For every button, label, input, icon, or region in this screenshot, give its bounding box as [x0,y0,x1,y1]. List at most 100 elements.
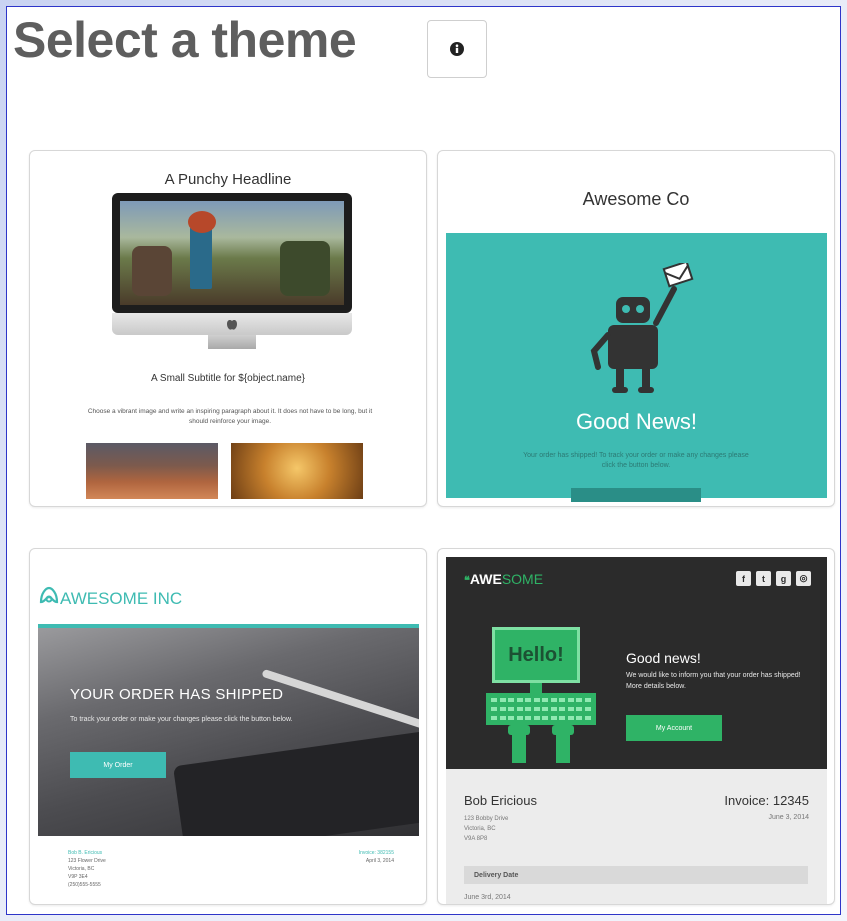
address-line: Victoria, BC [464,826,496,832]
invoice-number: Invoice: 12345 [724,793,809,808]
theme-paragraph: Choose a vibrant image and write an insp… [87,408,373,425]
keyboard-key [491,698,497,702]
theme-card-awesome-dark[interactable]: ❝AWESOME f t g ◎ Hello! Good news! We wo… [437,548,835,905]
instagram-icon: ◎ [796,571,811,586]
my-order-button: My Order [70,752,166,778]
movie-still-image [120,201,344,305]
twitter-icon: t [756,571,771,586]
theme-cta-bar [571,488,701,502]
shipped-headline: YOUR ORDER HAS SHIPPED [70,686,284,703]
imac-stand [208,335,256,349]
customer-address: 123 Bobby Drive Victoria, BC V9A 8P8 [464,814,508,844]
keyboard-key [525,698,531,702]
monitor-neck [530,683,542,693]
keyboard-key [576,698,582,702]
imac-illustration [112,193,352,313]
monitor-illustration: Hello! [492,627,580,683]
theme-body: Your order has shipped! To track your or… [523,452,749,469]
keyboard-key [559,716,565,720]
keyboard-key [491,716,497,720]
imac-chin [112,313,352,335]
keyboard-key [508,707,514,711]
keyboard-key [576,716,582,720]
hair-shape [188,211,216,233]
notebook-shape [173,730,419,836]
keyboard-key [584,716,591,720]
theme-body: To track your order or make your changes… [70,716,293,723]
keyboard-key [508,698,514,702]
theme-selector-panel: Select a theme A Punchy Headline A Small… [6,6,841,915]
notebook-pen-image: YOUR ORDER HAS SHIPPED To track your ord… [38,628,419,836]
footer-address: Bob B. Ericious 123 Flower Drive Victori… [68,849,106,889]
keyboard-key [550,698,557,702]
keyboard-key [576,707,582,711]
footer-line: April 3, 2014 [365,858,394,864]
keyboard-key [491,707,497,711]
theme-brand: ❝AWESOME [464,571,543,587]
awesome-inc-logo-icon [39,586,59,604]
my-account-button: My Account [626,715,722,741]
keyboard-key [584,698,591,702]
keyboard-key [516,716,523,720]
hands-icon [508,725,574,763]
footer-line: (250)555-5555 [68,882,101,888]
theme-brand: Awesome Co [582,189,690,209]
keyboard-key [567,698,574,702]
keyboard-key [559,698,565,702]
theme-card-awesome-inc[interactable]: AWESOME INC YOUR ORDER HAS SHIPPED To tr… [29,548,427,905]
info-button[interactable] [427,20,487,78]
keyboard-key [499,707,506,711]
footer-line: V9P 3E4 [68,874,88,880]
page-title: Select a theme [13,12,357,68]
keyboard-key [525,707,531,711]
keyboard-key [542,698,548,702]
address-line: 123 Bobby Drive [464,816,509,822]
keyboard-key [550,707,557,711]
keyboard-illustration [486,693,596,725]
footer-invoice: Invoice: 382155 April 3, 2014 [359,849,394,865]
good-news-headline: Good News! [575,409,698,434]
figure-shape [132,246,172,296]
footer-line: Victoria, BC [68,866,95,872]
dark-header: ❝AWESOME f t g ◎ Hello! Good news! We wo… [446,557,827,769]
keyboard-key [542,707,548,711]
brand-part-a: AWE [469,571,502,587]
keyboard-key [525,716,531,720]
keyboard-key [533,716,540,720]
desert-image [86,443,218,499]
keyboard-key [542,716,548,720]
keyboard-key [499,698,506,702]
keyboard-key [499,716,506,720]
footer-line: Invoice: 382155 [358,850,394,856]
theme-body: We would like to inform you that your or… [626,672,801,690]
monitor-text: Hello! [508,643,564,666]
info-circle-icon [450,42,464,56]
facebook-icon: f [736,571,751,586]
invoice-date: June 3, 2014 [768,814,809,821]
theme-headline: A Punchy Headline [164,171,292,188]
theme-card-awesome-co[interactable]: Awesome Co Good News! Your order has shi… [437,150,835,507]
keyboard-key [550,716,557,720]
address-line: V9A 8P8 [464,836,488,842]
keyboard-key [516,698,523,702]
footer-line: 123 Flower Drive [68,858,106,864]
keyboard-key [508,716,514,720]
teal-banner: Good News! Your order has shipped! To tr… [446,233,827,502]
theme-headline: Good news! [626,650,701,666]
keyboard-key [533,698,540,702]
pen-shape [261,668,419,736]
footer-line: Bob B. Ericious [68,850,103,856]
customer-name: Bob Ericious [464,793,537,808]
theme-card-punchy[interactable]: A Punchy Headline A Small Subtitle for $… [29,150,427,507]
keyboard-key [584,707,591,711]
keyboard-key [567,707,574,711]
keyboard-key [516,707,523,711]
keyboard-key [559,707,565,711]
robot-mail-icon [590,263,694,393]
delivery-date-header: Delivery Date [464,866,808,884]
apple-logo-icon [227,320,237,330]
brand-part-b: SOME [501,571,544,587]
forest-deer-image [231,443,363,499]
theme-subtitle: A Small Subtitle for ${object.name} [151,373,305,384]
theme-brand: AWESOME INC [60,589,183,608]
